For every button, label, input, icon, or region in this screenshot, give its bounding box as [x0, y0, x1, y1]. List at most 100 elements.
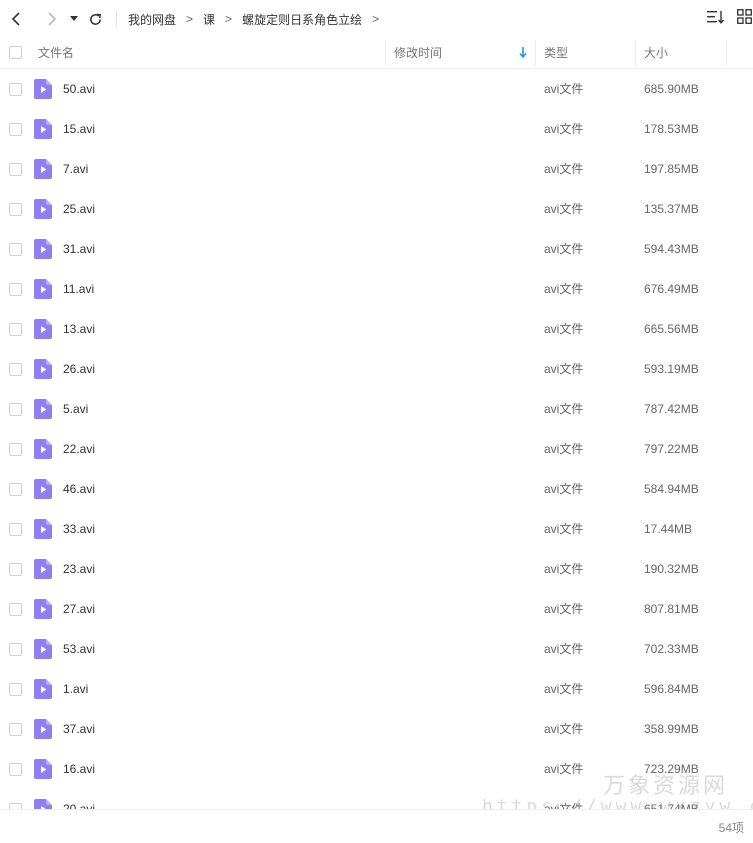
row-checkbox[interactable] [9, 123, 22, 136]
table-row[interactable]: 33.avi avi文件 17.44MB [0, 509, 753, 549]
row-checkbox[interactable] [9, 603, 22, 616]
row-checkbox[interactable] [9, 203, 22, 216]
file-type: avi文件 [544, 322, 584, 336]
file-name[interactable]: 20.avi [63, 789, 95, 809]
row-checkbox[interactable] [9, 403, 22, 416]
view-controls [707, 0, 753, 38]
video-file-icon [34, 319, 52, 339]
row-checkbox[interactable] [9, 523, 22, 536]
row-checkbox[interactable] [9, 323, 22, 336]
file-name[interactable]: 26.avi [63, 349, 95, 389]
breadcrumb-item-root[interactable]: 我的网盘 [127, 11, 177, 28]
table-row[interactable]: 1.avi avi文件 596.84MB [0, 669, 753, 709]
video-file-icon [34, 479, 52, 499]
row-checkbox[interactable] [9, 83, 22, 96]
column-header-size[interactable]: 大小 [644, 38, 668, 68]
table-header: 文件名 修改时间 类型 大小 [0, 38, 753, 69]
breadcrumb-item-current-folder[interactable]: 螺旋定则日系角色立绘 [241, 11, 363, 28]
refresh-button[interactable] [84, 8, 106, 30]
file-type: avi文件 [544, 402, 584, 416]
forward-button[interactable] [40, 8, 62, 30]
file-type: avi文件 [544, 242, 584, 256]
file-name[interactable]: 27.avi [63, 589, 95, 629]
file-name[interactable]: 15.avi [63, 109, 95, 149]
row-checkbox[interactable] [9, 443, 22, 456]
file-name[interactable]: 25.avi [63, 189, 95, 229]
select-all-checkbox[interactable] [9, 46, 22, 59]
row-checkbox[interactable] [9, 363, 22, 376]
file-name[interactable]: 50.avi [63, 69, 95, 109]
table-row[interactable]: 37.avi avi文件 358.99MB [0, 709, 753, 749]
table-row[interactable]: 15.avi avi文件 178.53MB [0, 109, 753, 149]
column-header-type[interactable]: 类型 [544, 38, 568, 68]
file-size: 135.37MB [644, 202, 699, 216]
file-name[interactable]: 46.avi [63, 469, 95, 509]
row-checkbox[interactable] [9, 243, 22, 256]
table-row[interactable]: 22.avi avi文件 797.22MB [0, 429, 753, 469]
file-name[interactable]: 11.avi [63, 269, 94, 309]
file-type: avi文件 [544, 362, 584, 376]
table-row[interactable]: 46.avi avi文件 584.94MB [0, 469, 753, 509]
history-dropdown-button[interactable] [68, 8, 80, 30]
column-resize-handle[interactable] [385, 40, 386, 66]
file-size: 358.99MB [644, 722, 699, 736]
chevron-right-icon [48, 12, 57, 26]
file-type: avi文件 [544, 762, 584, 776]
row-checkbox[interactable] [9, 763, 22, 776]
table-row[interactable]: 26.avi avi文件 593.19MB [0, 349, 753, 389]
row-checkbox[interactable] [9, 163, 22, 176]
table-row[interactable]: 53.avi avi文件 702.33MB [0, 629, 753, 669]
column-header-name[interactable]: 文件名 [38, 38, 74, 68]
grid-icon [737, 9, 752, 24]
column-resize-handle[interactable] [535, 40, 536, 66]
breadcrumb-separator: > [225, 12, 233, 26]
file-name[interactable]: 5.avi [63, 389, 88, 429]
file-type: avi文件 [544, 442, 584, 456]
grid-view-button[interactable] [737, 9, 752, 29]
file-size: 178.53MB [644, 122, 699, 136]
file-type: avi文件 [544, 682, 584, 696]
file-name[interactable]: 22.avi [63, 429, 95, 469]
row-checkbox[interactable] [9, 723, 22, 736]
row-checkbox[interactable] [9, 483, 22, 496]
file-name[interactable]: 53.avi [63, 629, 95, 669]
file-type: avi文件 [544, 202, 584, 216]
table-row[interactable]: 11.avi avi文件 676.49MB [0, 269, 753, 309]
column-resize-handle[interactable] [635, 40, 636, 66]
video-file-icon [34, 799, 52, 809]
file-name[interactable]: 31.avi [63, 229, 95, 269]
chevron-left-icon [11, 12, 20, 26]
file-name[interactable]: 7.avi [63, 149, 88, 189]
file-type: avi文件 [544, 602, 584, 616]
table-row[interactable]: 23.avi avi文件 190.32MB [0, 549, 753, 589]
row-checkbox[interactable] [9, 283, 22, 296]
row-checkbox[interactable] [9, 643, 22, 656]
table-row[interactable]: 50.avi avi文件 685.90MB [0, 69, 753, 109]
column-resize-handle[interactable] [726, 40, 727, 66]
refresh-icon [89, 13, 101, 25]
file-name[interactable]: 23.avi [63, 549, 95, 589]
sort-button[interactable] [707, 10, 725, 29]
table-row[interactable]: 7.avi avi文件 197.85MB [0, 149, 753, 189]
back-button[interactable] [6, 8, 28, 30]
table-row[interactable]: 5.avi avi文件 787.42MB [0, 389, 753, 429]
table-row[interactable]: 25.avi avi文件 135.37MB [0, 189, 753, 229]
file-name[interactable]: 33.avi [63, 509, 95, 549]
file-name[interactable]: 37.avi [63, 709, 95, 749]
file-size: 787.42MB [644, 402, 699, 416]
table-row[interactable]: 31.avi avi文件 594.43MB [0, 229, 753, 269]
file-name[interactable]: 1.avi [63, 669, 88, 709]
table-row[interactable]: 13.avi avi文件 665.56MB [0, 309, 753, 349]
breadcrumb-item-course[interactable]: 课 [202, 11, 216, 28]
file-name[interactable]: 13.avi [63, 309, 95, 349]
column-header-modified[interactable]: 修改时间 [394, 38, 442, 68]
breadcrumb-separator[interactable]: > [372, 12, 379, 26]
row-checkbox[interactable] [9, 563, 22, 576]
video-file-icon [34, 239, 52, 259]
table-row[interactable]: 27.avi avi文件 807.81MB [0, 589, 753, 629]
breadcrumb-separator: > [186, 12, 194, 26]
file-name[interactable]: 16.avi [63, 749, 95, 789]
row-checkbox[interactable] [9, 683, 22, 696]
file-type: avi文件 [544, 562, 584, 576]
sort-icon [707, 10, 725, 24]
